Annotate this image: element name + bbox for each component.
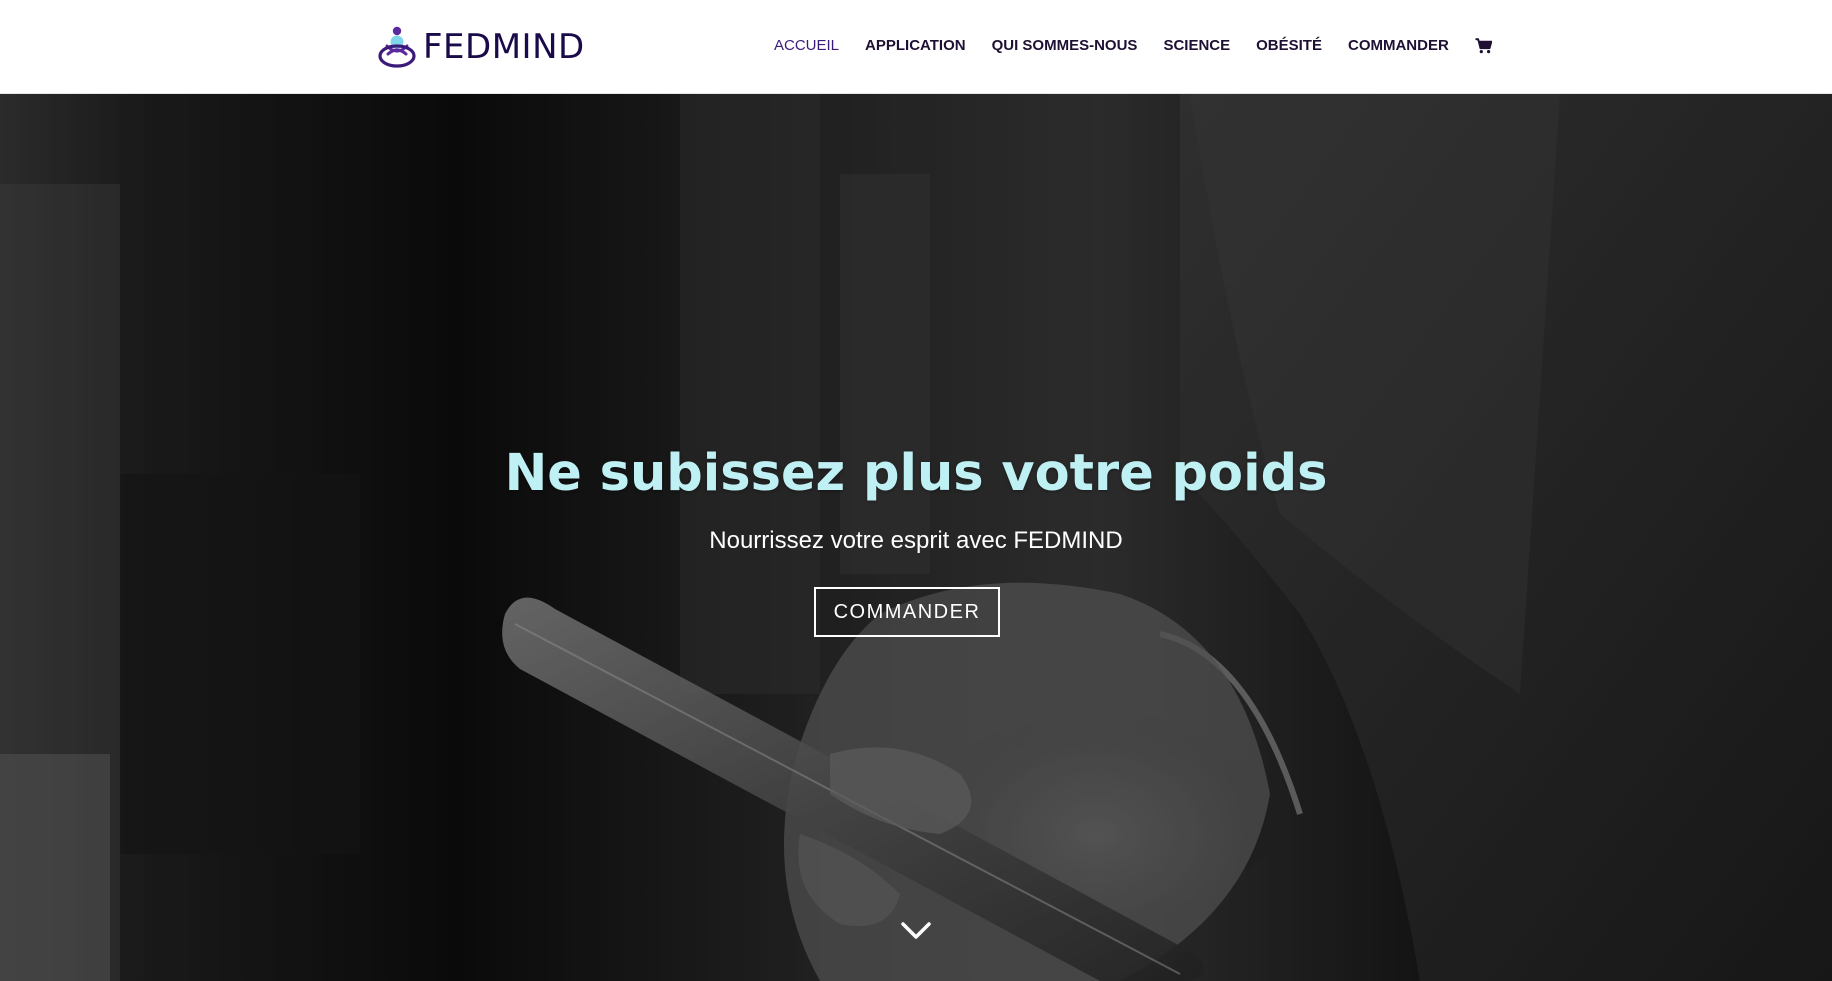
page: FEDMIND ACCUEIL APPLICATION QUI SOMMES-N… — [0, 0, 1832, 981]
nav-item-science[interactable]: SCIENCE — [1163, 36, 1230, 56]
nav-item-accueil[interactable]: ACCUEIL — [774, 36, 839, 56]
nav-item-obesite[interactable]: OBÉSITÉ — [1256, 36, 1322, 56]
hero-section: Ne subissez plus votre poids Nourrissez … — [0, 94, 1832, 981]
hero-subtitle: Nourrissez votre esprit avec FEDMIND — [709, 527, 1123, 554]
shopping-cart-icon[interactable] — [1475, 38, 1492, 54]
nav-item-commander[interactable]: COMMANDER — [1348, 36, 1449, 56]
commander-button[interactable]: COMMANDER — [814, 587, 1000, 637]
site-header: FEDMIND ACCUEIL APPLICATION QUI SOMMES-N… — [0, 0, 1832, 94]
logo-wordmark: FEDMIND — [423, 27, 585, 67]
nav-item-qui-sommes-nous[interactable]: QUI SOMMES-NOUS — [992, 36, 1138, 56]
fedmind-logo-icon — [378, 26, 416, 68]
nav-item-application[interactable]: APPLICATION — [865, 36, 966, 56]
main-navigation: ACCUEIL APPLICATION QUI SOMMES-NOUS SCIE… — [774, 36, 1492, 56]
hero-title: Ne subissez plus votre poids — [504, 444, 1328, 503]
chevron-down-icon[interactable] — [900, 920, 932, 942]
site-logo[interactable]: FEDMIND — [377, 26, 585, 68]
